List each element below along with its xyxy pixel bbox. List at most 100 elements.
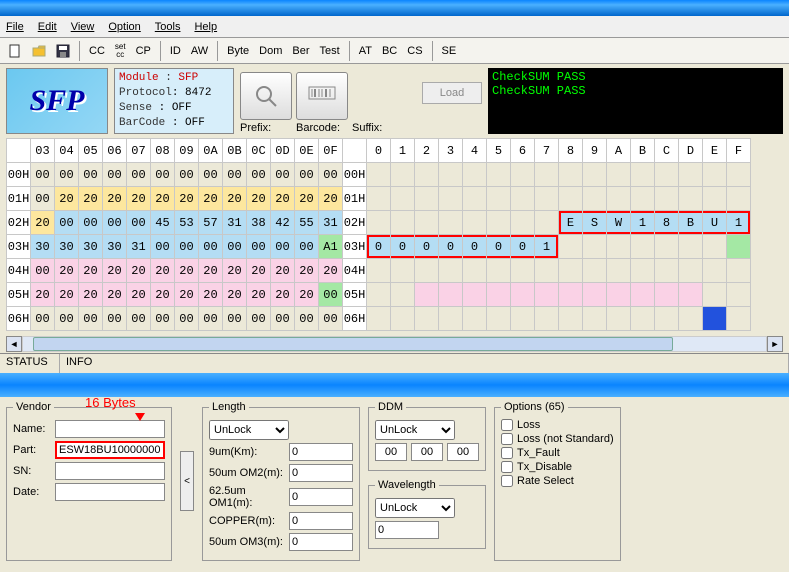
hex-cell[interactable]: 20 <box>55 187 79 211</box>
ascii-cell[interactable] <box>559 307 583 331</box>
hex-cell[interactable]: 00 <box>55 307 79 331</box>
splitter[interactable] <box>0 373 789 397</box>
ascii-cell[interactable] <box>367 163 391 187</box>
toolbar-bc[interactable]: BC <box>378 41 401 61</box>
ascii-cell[interactable] <box>415 187 439 211</box>
ascii-cell[interactable]: 8 <box>655 211 679 235</box>
ascii-cell[interactable] <box>439 307 463 331</box>
toolbar-se[interactable]: SE <box>438 41 461 61</box>
ascii-cell[interactable] <box>391 211 415 235</box>
hex-table[interactable]: 030405060708090A0B0C0D0E0F0123456789ABCD… <box>6 138 751 331</box>
ascii-cell[interactable] <box>679 187 703 211</box>
hex-cell[interactable]: 20 <box>223 259 247 283</box>
ascii-cell[interactable] <box>487 187 511 211</box>
hex-cell[interactable]: 00 <box>55 163 79 187</box>
ascii-cell[interactable] <box>439 163 463 187</box>
ascii-cell[interactable] <box>367 259 391 283</box>
hex-cell[interactable]: 20 <box>271 259 295 283</box>
ascii-cell[interactable] <box>727 163 751 187</box>
ascii-cell[interactable] <box>463 163 487 187</box>
hex-cell[interactable]: 20 <box>247 259 271 283</box>
hex-cell[interactable]: 20 <box>223 283 247 307</box>
ascii-cell[interactable] <box>415 163 439 187</box>
hex-cell[interactable]: 00 <box>127 163 151 187</box>
ascii-cell[interactable] <box>583 163 607 187</box>
hex-cell[interactable]: 00 <box>103 211 127 235</box>
vendor-name-input[interactable] <box>55 420 165 438</box>
ascii-cell[interactable] <box>583 283 607 307</box>
toolbar-dom[interactable]: Dom <box>255 41 286 61</box>
ascii-cell[interactable] <box>463 283 487 307</box>
ascii-cell[interactable]: 0 <box>463 235 487 259</box>
ascii-cell[interactable] <box>703 187 727 211</box>
hex-cell[interactable]: 20 <box>247 187 271 211</box>
ascii-cell[interactable] <box>415 211 439 235</box>
ascii-cell[interactable] <box>583 307 607 331</box>
opt-txfault[interactable]: Tx_Fault <box>501 447 614 459</box>
hex-cell[interactable]: 00 <box>175 235 199 259</box>
ascii-cell[interactable] <box>439 211 463 235</box>
ascii-cell[interactable] <box>703 163 727 187</box>
hex-cell[interactable]: 20 <box>31 283 55 307</box>
ascii-cell[interactable] <box>559 187 583 211</box>
ascii-cell[interactable] <box>727 187 751 211</box>
ascii-cell[interactable] <box>703 283 727 307</box>
ascii-cell[interactable] <box>487 211 511 235</box>
ascii-cell[interactable] <box>463 211 487 235</box>
hex-cell[interactable]: 20 <box>127 187 151 211</box>
hex-cell[interactable]: 00 <box>295 235 319 259</box>
opt-txdisable[interactable]: Tx_Disable <box>501 461 614 473</box>
ascii-cell[interactable] <box>367 187 391 211</box>
toolbar-cp[interactable]: CP <box>132 41 155 61</box>
ascii-cell[interactable] <box>631 163 655 187</box>
hex-cell[interactable]: 00 <box>79 211 103 235</box>
search-button[interactable] <box>240 72 292 120</box>
ascii-cell[interactable] <box>439 259 463 283</box>
ascii-cell[interactable]: 0 <box>415 235 439 259</box>
hex-cell[interactable]: 42 <box>271 211 295 235</box>
ascii-cell[interactable] <box>487 163 511 187</box>
ascii-cell[interactable] <box>727 283 751 307</box>
ascii-cell[interactable] <box>679 259 703 283</box>
ascii-cell[interactable] <box>415 283 439 307</box>
collapse-left-icon[interactable]: < <box>180 451 194 511</box>
ascii-cell[interactable] <box>487 259 511 283</box>
ascii-cell[interactable] <box>679 163 703 187</box>
toolbar-cc[interactable]: CC <box>85 41 109 61</box>
ascii-cell[interactable] <box>391 187 415 211</box>
hex-cell[interactable]: 31 <box>223 211 247 235</box>
menu-tools[interactable]: Tools <box>155 21 181 33</box>
ascii-cell[interactable] <box>391 259 415 283</box>
hex-cell[interactable]: 20 <box>271 283 295 307</box>
ascii-cell[interactable]: W <box>607 211 631 235</box>
hex-cell[interactable]: 00 <box>175 307 199 331</box>
ascii-cell[interactable] <box>511 283 535 307</box>
hex-cell[interactable]: 20 <box>319 259 343 283</box>
hex-cell[interactable]: 20 <box>103 187 127 211</box>
hex-cell[interactable]: 30 <box>55 235 79 259</box>
ascii-cell[interactable] <box>583 259 607 283</box>
ascii-cell[interactable] <box>607 259 631 283</box>
menu-view[interactable]: View <box>71 21 95 33</box>
ascii-cell[interactable] <box>559 283 583 307</box>
hex-cell[interactable]: 20 <box>151 187 175 211</box>
hex-cell[interactable]: 00 <box>79 307 103 331</box>
hex-cell[interactable]: 00 <box>127 211 151 235</box>
ascii-cell[interactable] <box>631 235 655 259</box>
ascii-cell[interactable]: 0 <box>487 235 511 259</box>
hex-cell[interactable]: 00 <box>319 163 343 187</box>
menu-file[interactable]: File <box>6 21 24 33</box>
ascii-cell[interactable] <box>535 283 559 307</box>
ascii-cell[interactable]: S <box>583 211 607 235</box>
hex-cell[interactable]: 00 <box>175 163 199 187</box>
hex-cell[interactable]: 20 <box>127 283 151 307</box>
ascii-cell[interactable] <box>439 283 463 307</box>
hex-cell[interactable]: 20 <box>271 187 295 211</box>
hex-cell[interactable]: 00 <box>247 163 271 187</box>
ascii-cell[interactable] <box>511 259 535 283</box>
wavelength-select[interactable]: UnLock <box>375 498 455 518</box>
ascii-cell[interactable] <box>511 187 535 211</box>
vendor-part-input[interactable] <box>55 441 165 459</box>
hex-cell[interactable]: 00 <box>319 283 343 307</box>
ascii-cell[interactable] <box>415 307 439 331</box>
